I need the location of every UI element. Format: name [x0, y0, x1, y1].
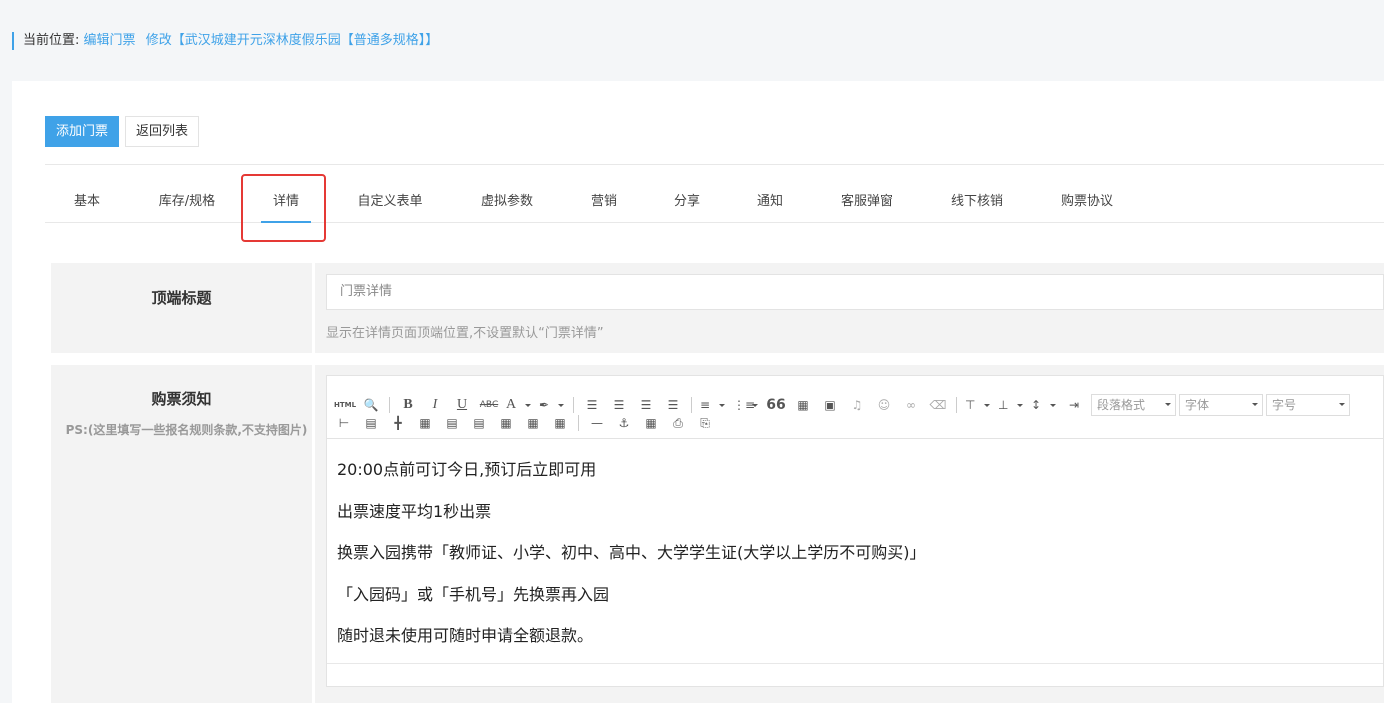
- paragraph-format-select[interactable]: 段落格式: [1091, 394, 1176, 416]
- notice-ps: PS:(这里填写一些报名规则条款,不支持图片): [65, 423, 308, 437]
- align-center-icon[interactable]: ☰: [609, 396, 629, 414]
- line-height-icon[interactable]: ↕: [1031, 396, 1057, 414]
- tab-virtual-params[interactable]: 虚拟参数: [481, 165, 533, 223]
- tab-notice[interactable]: 通知: [757, 165, 783, 223]
- tab-purchase-agreement[interactable]: 购票协议: [1061, 165, 1113, 223]
- top-title-label: 顶端标题: [151, 289, 212, 307]
- unordered-list-icon[interactable]: ⋮≡: [733, 396, 759, 414]
- anchor-icon[interactable]: ⚓: [614, 414, 634, 432]
- editor-line: 「入园码」或「手机号」先换票再入园: [337, 584, 610, 604]
- editor-footer: [327, 663, 1383, 686]
- toolbar-row-1: HTML 🔍 B I U ABC A ✒ ☰ ☰ ☰ ☰ ≡ ⋮≡ 66 ▦ ▣…: [334, 394, 1353, 416]
- highlight-box: [241, 174, 326, 242]
- tab-basic[interactable]: 基本: [74, 165, 100, 223]
- top-title-input[interactable]: 门票详情: [326, 274, 1384, 310]
- top-title-label-cell: 顶端标题: [51, 263, 312, 353]
- ordered-list-icon[interactable]: ≡: [700, 396, 726, 414]
- editor-toolbar: HTML 🔍 B I U ABC A ✒ ☰ ☰ ☰ ☰ ≡ ⋮≡ 66 ▦ ▣…: [327, 376, 1383, 439]
- row-spacing-bottom-icon[interactable]: ⊥: [998, 396, 1024, 414]
- print-icon[interactable]: ⎙: [668, 414, 688, 432]
- blockquote-icon[interactable]: 66: [766, 396, 786, 414]
- rich-text-editor: HTML 🔍 B I U ABC A ✒ ☰ ☰ ☰ ☰ ≡ ⋮≡ 66 ▦ ▣…: [326, 375, 1384, 687]
- font-size-select[interactable]: 字号: [1266, 394, 1350, 416]
- breadcrumb-label: 当前位置:: [23, 33, 80, 48]
- image-upload-icon[interactable]: ▦: [641, 414, 661, 432]
- video-icon[interactable]: ▣: [820, 396, 840, 414]
- merge-cells-icon[interactable]: ╋: [388, 414, 408, 432]
- underline-icon[interactable]: U: [452, 396, 472, 414]
- insert-col-before-icon[interactable]: ⊢: [334, 414, 354, 432]
- align-justify-icon[interactable]: ☰: [663, 396, 683, 414]
- tab-marketing[interactable]: 营销: [591, 165, 617, 223]
- tab-stock-spec[interactable]: 库存/规格: [159, 165, 215, 223]
- editor-line: 随时退未使用可随时申请全额退款。: [337, 626, 594, 645]
- tab-custom-form[interactable]: 自定义表单: [357, 165, 422, 223]
- notice-label: 购票须知: [151, 390, 212, 408]
- link-icon[interactable]: ∞: [901, 396, 921, 414]
- top-title-row: 顶端标题 门票详情 显示在详情页面顶端位置,不设置默认“门票详情”: [51, 263, 1384, 353]
- align-right-icon[interactable]: ☰: [636, 396, 656, 414]
- add-ticket-button[interactable]: 添加门票: [45, 116, 120, 147]
- action-buttons: 添加门票 返回列表: [45, 116, 200, 147]
- indent-icon[interactable]: ⇥: [1064, 396, 1084, 414]
- eraser-icon[interactable]: ⌫: [928, 396, 948, 414]
- toolbar-separator: [573, 397, 574, 413]
- toolbar-separator: [691, 397, 692, 413]
- insert-row-icon[interactable]: ▤: [442, 414, 462, 432]
- tab-service-popup[interactable]: 客服弹窗: [841, 165, 893, 223]
- image-icon[interactable]: ▦: [793, 396, 813, 414]
- delete-col-icon[interactable]: ▦: [523, 414, 543, 432]
- editor-line: 出票速度平均1秒出票: [337, 501, 492, 521]
- emotion-icon[interactable]: ☺: [874, 396, 894, 414]
- notice-row: 购票须知 PS:(这里填写一些报名规则条款,不支持图片) HTML 🔍 B I …: [51, 365, 1384, 703]
- breadcrumb-link-edit-ticket[interactable]: 编辑门票: [84, 33, 136, 48]
- font-family-select[interactable]: 字体: [1179, 394, 1263, 416]
- music-icon[interactable]: ♫: [847, 396, 867, 414]
- split-cells-icon[interactable]: ▦: [550, 414, 570, 432]
- top-title-hint: 显示在详情页面顶端位置,不设置默认“门票详情”: [326, 326, 604, 341]
- insert-col-icon[interactable]: ▤: [361, 414, 381, 432]
- notice-label-cell: 购票须知 PS:(这里填写一些报名规则条款,不支持图片): [51, 365, 312, 703]
- bold-icon[interactable]: B: [398, 396, 418, 414]
- table-icon[interactable]: ▦: [415, 414, 435, 432]
- font-color-icon[interactable]: A: [506, 396, 532, 414]
- tab-share[interactable]: 分享: [674, 165, 700, 223]
- back-to-list-button[interactable]: 返回列表: [125, 116, 200, 147]
- main-panel: 添加门票 返回列表 基本 库存/规格 详情 自定义表单 虚拟参数 营销 分享 通…: [12, 81, 1384, 703]
- editor-line: 20:00点前可订今日,预订后立即可用: [337, 460, 597, 479]
- notice-content: HTML 🔍 B I U ABC A ✒ ☰ ☰ ☰ ☰ ≡ ⋮≡ 66 ▦ ▣…: [315, 365, 1384, 703]
- editor-line: 换票入园携带「教师证、小学、初中、高中、大学学生证(大学以上学历不可购买)」: [337, 543, 926, 562]
- editor-body[interactable]: 20:00点前可订今日,预订后立即可用 出票速度平均1秒出票 换票入园携带「教师…: [337, 456, 926, 664]
- insert-col-after-icon[interactable]: ▦: [496, 414, 516, 432]
- strikethrough-icon[interactable]: ABC: [479, 396, 499, 414]
- top-title-content: 门票详情 显示在详情页面顶端位置,不设置默认“门票详情”: [315, 263, 1384, 353]
- row-spacing-top-icon[interactable]: ⊤: [965, 396, 991, 414]
- italic-icon[interactable]: I: [425, 396, 445, 414]
- toolbar-separator: [578, 415, 579, 431]
- align-left-icon[interactable]: ☰: [582, 396, 602, 414]
- breadcrumb-link-modify[interactable]: 修改【武汉城建开元深林度假乐园【普通多规格】】: [146, 33, 439, 48]
- highlight-color-icon[interactable]: ✒: [539, 396, 565, 414]
- preview-icon[interactable]: 🔍: [361, 396, 381, 414]
- toolbar-separator: [956, 397, 957, 413]
- horizontal-rule-icon[interactable]: —: [587, 414, 607, 432]
- toolbar-separator: [389, 397, 390, 413]
- html-source-icon[interactable]: HTML: [334, 396, 356, 414]
- breadcrumb: 当前位置: 编辑门票 修改【武汉城建开元深林度假乐园【普通多规格】】: [12, 32, 444, 50]
- toolbar-row-2: ⊢ ▤ ╋ ▦ ▤ ▤ ▦ ▦ ▦ — ⚓ ▦ ⎙ ⎘: [334, 413, 722, 433]
- tab-offline-verify[interactable]: 线下核销: [951, 165, 1003, 223]
- delete-row-icon[interactable]: ▤: [469, 414, 489, 432]
- paste-icon[interactable]: ⎘: [695, 414, 715, 432]
